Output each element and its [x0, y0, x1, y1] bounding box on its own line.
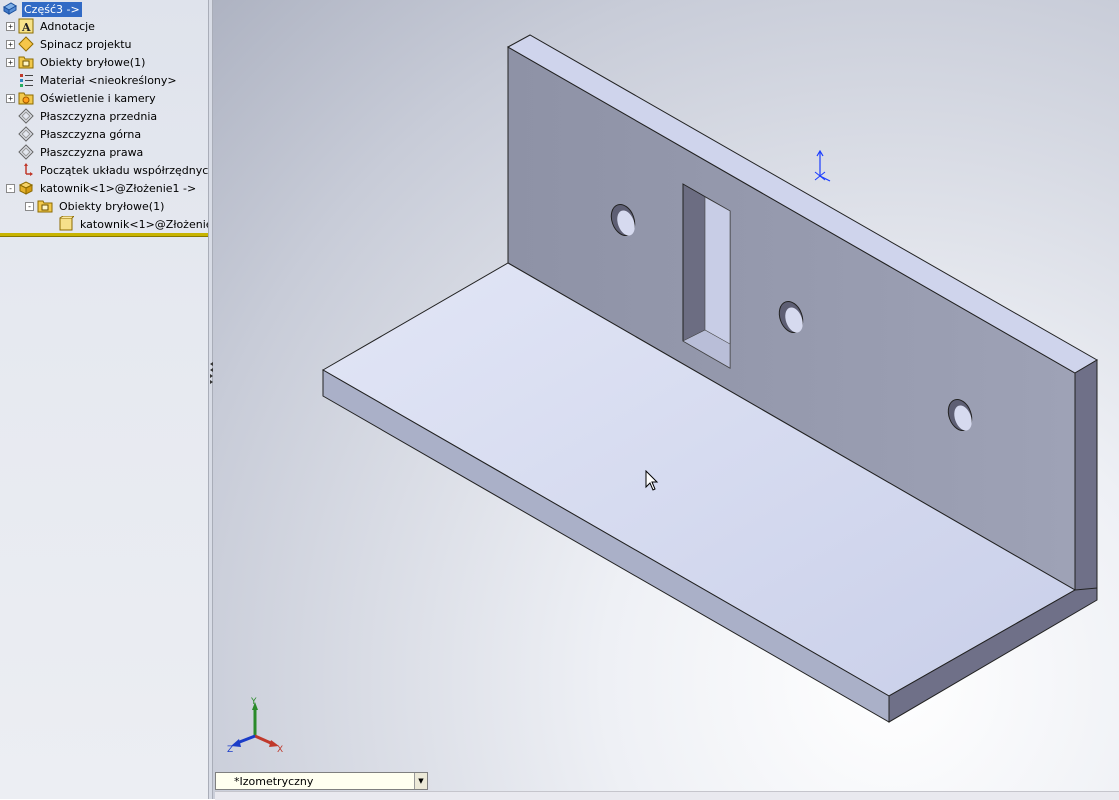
view-orientation-select[interactable]: *Izometryczny ▼ — [215, 772, 428, 790]
triad-x-label: X — [277, 745, 283, 755]
expand-toggle[interactable]: + — [6, 57, 15, 67]
tree-item-label: Materiał <nieokreślony> — [40, 73, 177, 87]
expand-toggle — [6, 112, 15, 121]
tree-item-part[interactable]: Część3 -> — [2, 0, 82, 18]
expand-toggle — [6, 130, 15, 139]
expand-toggle[interactable]: + — [6, 93, 15, 103]
tree-item-label: Początek układu współrzędnych — [40, 163, 216, 177]
rollback-bar[interactable] — [0, 233, 208, 237]
solid-bodies-folder-icon — [37, 198, 53, 214]
wall-end-face[interactable] — [1074, 359, 1098, 601]
view-orientation-label: *Izometryczny — [234, 774, 314, 788]
angle-bracket-model[interactable] — [213, 0, 1119, 799]
expand-toggle — [6, 148, 15, 157]
tree-item-design-binder[interactable]: + Spinacz projektu — [6, 35, 134, 53]
tree-item-base-part[interactable]: - katownik<1>@Złożenie1 -> — [6, 179, 198, 197]
annotation-icon: A — [18, 18, 34, 34]
tree-item-label: Płaszczyzna górna — [40, 127, 142, 141]
tree-item-front-plane[interactable]: Płaszczyzna przednia — [6, 107, 159, 125]
lights-cameras-icon — [18, 90, 34, 106]
chevron-down-icon[interactable]: ▼ — [414, 773, 427, 789]
part-icon — [2, 1, 18, 17]
tree-item-label: katownik<1>@Złożenie1 -> — [40, 181, 197, 195]
plane-icon — [18, 144, 34, 160]
plane-icon — [18, 108, 34, 124]
tree-item-label: Adnotacje — [40, 19, 95, 33]
expand-toggle — [6, 76, 15, 85]
mouse-cursor-icon — [645, 470, 659, 491]
expand-toggle — [6, 166, 15, 175]
base-part-icon — [18, 180, 34, 196]
tree-item-label: Obiekty bryłowe(1) — [40, 55, 146, 69]
design-binder-icon — [18, 36, 34, 52]
svg-text:A: A — [21, 21, 31, 34]
triad-z-label: Z — [227, 745, 233, 755]
tree-item-origin[interactable]: Początek układu współrzędnych — [6, 161, 217, 179]
tree-item-lights-cameras[interactable]: + Oświetlenie i kamery — [6, 89, 158, 107]
origin-icon — [18, 162, 34, 178]
expand-toggle[interactable]: + — [6, 21, 15, 31]
tree-item-label: Płaszczyzna prawa — [40, 145, 144, 159]
tree-item-label: Spinacz projektu — [40, 37, 132, 51]
triad-y-label: Y — [250, 697, 257, 707]
tree-item-annotations[interactable]: + A Adnotacje — [6, 17, 97, 35]
plane-icon — [18, 126, 34, 142]
origin-marker-icon — [814, 150, 831, 182]
tree-item-right-plane[interactable]: Płaszczyzna prawa — [6, 143, 145, 161]
tree-item-solid-body[interactable]: katownik<1>@Złożenie1 — [58, 215, 222, 233]
feature-manager-tree: Część3 -> + A Adnotacje + Spinacz projek… — [0, 0, 220, 799]
graphics-area[interactable]: Y X Z — [213, 0, 1119, 799]
tree-item-label: Płaszczyzna przednia — [40, 109, 158, 123]
tree-item-label: Część3 -> — [22, 1, 82, 17]
tree-item-solid-bodies[interactable]: + Obiekty bryłowe(1) — [6, 53, 147, 71]
tree-item-top-plane[interactable]: Płaszczyzna górna — [6, 125, 143, 143]
solid-bodies-folder-icon — [18, 54, 34, 70]
tree-item-label: Obiekty bryłowe(1) — [59, 199, 165, 213]
reference-triad-icon: Y X Z — [227, 697, 283, 755]
collapse-toggle[interactable]: - — [25, 201, 34, 211]
solid-body-icon — [58, 216, 74, 232]
expand-toggle[interactable]: + — [6, 39, 15, 49]
tree-item-label: Oświetlenie i kamery — [40, 91, 156, 105]
tree-item-solid-bodies-sub[interactable]: - Obiekty bryłowe(1) — [25, 197, 166, 215]
collapse-toggle[interactable]: - — [6, 183, 15, 193]
tree-item-material[interactable]: Materiał <nieokreślony> — [6, 71, 179, 89]
material-icon — [18, 72, 34, 88]
tree-item-label: katownik<1>@Złożenie1 — [80, 217, 220, 231]
